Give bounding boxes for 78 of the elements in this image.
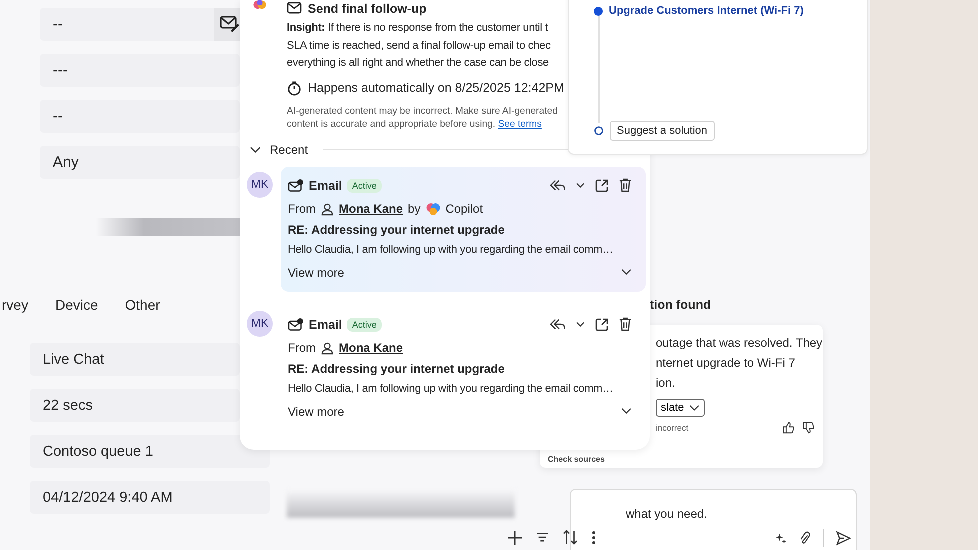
reply-all-icon[interactable]	[549, 318, 566, 331]
delete-icon[interactable]	[619, 317, 632, 332]
sender-link[interactable]: Mona Kane	[339, 341, 404, 355]
person-icon	[321, 202, 334, 216]
thumbs-down-icon[interactable]	[803, 422, 815, 434]
by-text: by	[408, 202, 421, 216]
mail-icon	[288, 318, 304, 332]
chevron-down-icon[interactable]	[576, 321, 585, 328]
agent-name: Copilot	[446, 202, 484, 216]
detail-field: Live Chat	[30, 343, 240, 376]
thumbs-up-icon[interactable]	[783, 422, 795, 434]
terms-link[interactable]: See terms	[498, 119, 542, 130]
solution-text: nternet upgrade to Wi-Fi 7	[656, 355, 796, 372]
from-label: From	[288, 341, 316, 355]
form-field[interactable]: --	[40, 8, 240, 41]
solution-text: ion.	[656, 375, 676, 392]
paperclip-icon[interactable]	[799, 530, 811, 546]
mail-icon	[288, 178, 304, 192]
sender-link[interactable]: Mona Kane	[339, 202, 404, 216]
avatar: MK	[247, 310, 273, 336]
chat-input[interactable]: what you need.	[570, 489, 857, 550]
email-preview: Hello Claudia, I am following up with you regarding the email comm…	[288, 382, 614, 396]
note-text: incorrect	[656, 423, 690, 433]
send-icon[interactable]	[836, 530, 851, 546]
sparkle-icon[interactable]	[776, 532, 787, 544]
timer-icon	[287, 80, 302, 96]
detail-field: 22 secs	[30, 389, 240, 422]
tab[interactable]: Device	[55, 297, 98, 317]
schedule-text: Happens automatically on 8/25/2025 12:42PM	[308, 81, 564, 95]
form-field[interactable]: ---	[40, 54, 240, 87]
solution-heading: tion found	[650, 298, 712, 312]
email-type: Email	[309, 318, 342, 332]
detail-field: 04/12/2024 9:40 AM	[30, 481, 270, 514]
insight-title: Send final follow-up	[308, 2, 427, 16]
mail-edit-icon[interactable]	[214, 8, 240, 41]
detail-field: Contoso queue 1	[30, 435, 270, 468]
delete-icon[interactable]	[619, 178, 632, 193]
mail-icon	[287, 2, 302, 15]
more-icon[interactable]	[592, 530, 596, 544]
from-label: From	[288, 202, 316, 216]
step-dot	[594, 6, 603, 16]
avatar: MK	[247, 172, 273, 198]
view-more-link[interactable]: View more	[288, 404, 344, 418]
step-circle-icon	[594, 126, 604, 136]
chevron-down-icon	[689, 404, 700, 412]
chevron-down-icon[interactable]	[621, 408, 632, 415]
status-badge: Active	[347, 178, 382, 192]
section-label: Recent	[270, 142, 308, 156]
email-type: Email	[309, 178, 342, 192]
chevron-down-icon[interactable]	[576, 182, 585, 189]
solution-text: outage that was resolved. They	[656, 335, 823, 352]
form-field[interactable]: --	[40, 100, 240, 133]
status-badge: Active	[347, 318, 382, 332]
insight-text: everything is all right and whether the case can be close	[287, 56, 550, 71]
step-label[interactable]: Upgrade Customers Internet (Wi-Fi 7)	[609, 5, 804, 17]
tab[interactable]: rvey	[2, 297, 28, 317]
insight-text: SLA time is reached, send a final follow-up email to chec	[287, 38, 552, 54]
tab[interactable]: Other	[125, 297, 160, 317]
email-preview: Hello Claudia, I am following up with you regarding the email comm…	[288, 242, 614, 258]
check-sources[interactable]: Check sources	[548, 455, 605, 464]
open-external-icon[interactable]	[595, 178, 609, 192]
filter-icon[interactable]	[536, 532, 549, 543]
form-field[interactable]: Any	[40, 146, 240, 179]
suggest-button[interactable]: Suggest a solution	[610, 121, 715, 141]
view-more-link[interactable]: View more	[288, 266, 344, 280]
translate-button[interactable]: slate	[656, 399, 706, 417]
person-icon	[321, 342, 334, 354]
insight-text: Insight: If there is no response from the customer until t	[287, 21, 550, 36]
email-card[interactable]: Email Active From Mona Kane RE: Addressing your internet upgrade Hello Claudia, I am following up with you regarding the email comm… View more	[281, 306, 646, 430]
email-subject: RE: Addressing your internet upgrade	[288, 222, 506, 238]
add-icon[interactable]	[508, 530, 522, 544]
email-card[interactable]: Email Active From Mona Kane by Copilot RE: Addressing your internet upgrade Hello Claudia, I am following up with you regarding the email comm… View more	[281, 166, 646, 292]
logo-icon	[426, 202, 441, 216]
email-subject: RE: Addressing your internet upgrade	[288, 360, 506, 378]
open-external-icon[interactable]	[595, 318, 609, 332]
chevron-down-icon[interactable]	[621, 269, 632, 276]
reply-all-icon[interactable]	[549, 179, 566, 192]
sort-icon[interactable]	[563, 530, 578, 545]
